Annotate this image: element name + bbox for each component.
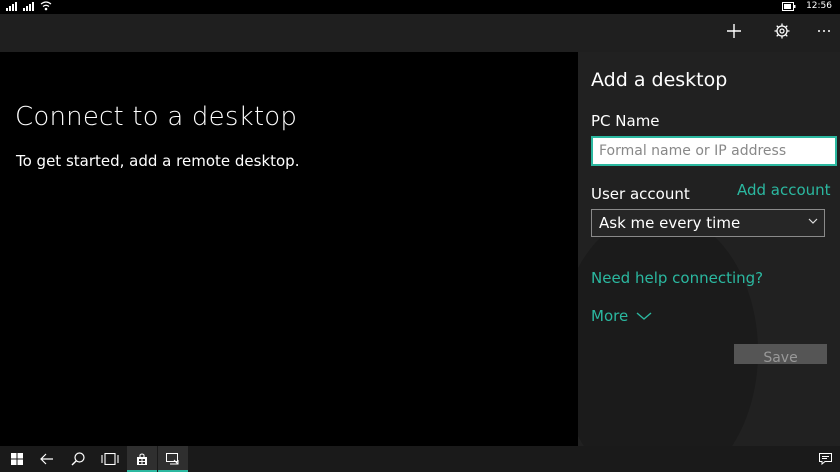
save-button[interactable]: Save	[734, 344, 827, 364]
user-account-label: User account	[591, 185, 690, 203]
add-button[interactable]	[719, 14, 749, 48]
main-content: Connect to a desktop To get started, add…	[0, 52, 578, 446]
signal-strength-icon	[6, 2, 17, 11]
cellular-signal-icon	[23, 2, 34, 11]
clock-time: 12:56	[806, 1, 832, 11]
more-button[interactable]	[809, 14, 839, 48]
more-label: More	[591, 307, 629, 325]
add-icon	[727, 24, 741, 38]
help-connecting-link[interactable]: Need help connecting?	[591, 269, 763, 287]
search-button[interactable]	[63, 446, 93, 472]
store-icon	[137, 453, 147, 465]
action-center-button[interactable]	[810, 446, 840, 472]
task-view-icon	[101, 453, 119, 465]
search-icon	[71, 452, 85, 466]
battery-icon	[782, 1, 796, 11]
back-arrow-icon	[40, 453, 53, 465]
add-account-link[interactable]: Add account	[737, 181, 831, 199]
status-icons	[6, 1, 52, 11]
add-desktop-panel: Add a desktop PC Name User account Add a…	[578, 52, 840, 446]
back-button[interactable]	[32, 446, 62, 472]
panel-title: Add a desktop	[591, 69, 728, 91]
settings-button[interactable]	[767, 14, 797, 48]
more-options-toggle[interactable]: More	[591, 307, 652, 325]
save-label: Save	[763, 350, 798, 364]
windows-start-icon	[11, 453, 23, 465]
action-center-icon	[818, 453, 832, 465]
chevron-down-icon	[636, 312, 652, 320]
page-title: Connect to a desktop	[15, 102, 298, 132]
start-button[interactable]	[2, 446, 32, 472]
chevron-down-icon	[808, 218, 818, 224]
status-bar: 12:56	[0, 0, 840, 14]
pc-name-input[interactable]	[591, 136, 837, 166]
page-subtitle: To get started, add a remote desktop.	[16, 152, 300, 170]
remote-desktop-app-icon	[166, 453, 179, 465]
pc-name-label: PC Name	[591, 112, 660, 130]
user-account-selected-value: Ask me every time	[599, 214, 741, 232]
more-ellipsis-icon	[818, 30, 830, 32]
task-view-button[interactable]	[95, 446, 125, 472]
user-account-select[interactable]: Ask me every time	[591, 209, 825, 237]
status-right: 12:56	[782, 1, 832, 11]
app-bar	[0, 14, 840, 52]
store-taskbar-item[interactable]	[127, 446, 157, 472]
settings-gear-icon	[774, 23, 790, 39]
wifi-icon	[40, 1, 52, 11]
taskbar	[0, 446, 840, 472]
remote-desktop-taskbar-item[interactable]	[158, 446, 188, 472]
panel-background-shape	[578, 212, 758, 446]
